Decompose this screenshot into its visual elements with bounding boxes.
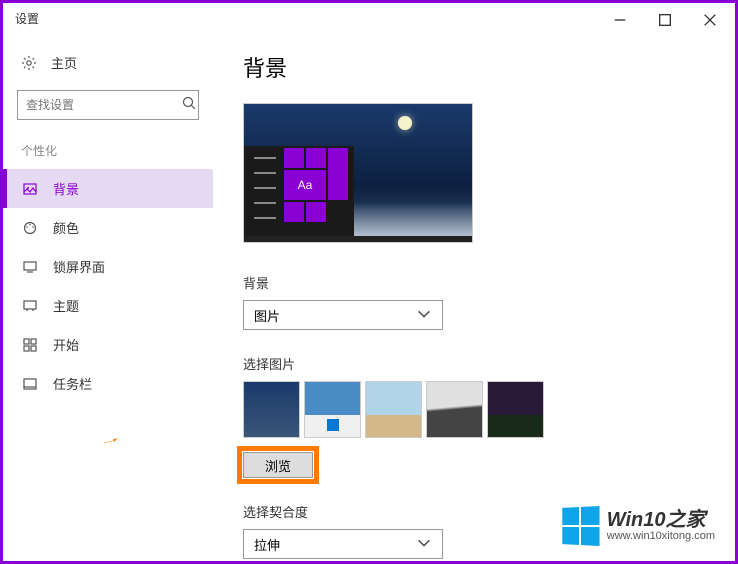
sidebar-item-themes[interactable]: 主题 [3,286,213,325]
choose-picture-label: 选择图片 [243,354,705,373]
browse-button-label: 浏览 [265,456,291,475]
background-dropdown-value: 图片 [254,306,280,325]
sidebar-item-lockscreen[interactable]: 锁屏界面 [3,247,213,286]
picture-thumb-5[interactable] [487,381,544,438]
close-button[interactable] [687,6,732,34]
fit-dropdown[interactable]: 拉伸 [243,529,443,559]
picture-thumb-4[interactable] [426,381,483,438]
home-button[interactable]: 主页 [3,45,213,80]
search-field[interactable] [26,98,181,112]
monitor-icon [21,259,39,275]
window-controls [597,6,732,34]
main-content: 背景 Aa 背景 图片 选 [213,33,735,561]
browse-button[interactable]: 浏览 [243,452,313,478]
sidebar-item-label: 颜色 [53,218,79,237]
sidebar: 主页 个性化 背景 颜色 锁屏界 [3,33,213,561]
sidebar-item-label: 任务栏 [53,374,92,393]
background-dropdown[interactable]: 图片 [243,300,443,330]
sidebar-item-label: 锁屏界面 [53,257,105,276]
windows-logo-icon [562,506,599,546]
taskbar-icon [21,376,39,392]
search-input[interactable] [17,90,199,120]
sidebar-item-label: 主题 [53,296,79,315]
fit-dropdown-value: 拉伸 [254,535,280,554]
picture-thumb-2[interactable] [304,381,361,438]
category-label: 个性化 [3,138,213,169]
watermark-title: Win10之家 [607,510,715,530]
desktop-preview: Aa [243,103,473,243]
page-title: 背景 [243,51,705,83]
sidebar-item-colors[interactable]: 颜色 [3,208,213,247]
preview-tile-text: Aa [284,170,326,200]
picture-icon [21,181,39,197]
palette-icon [21,220,39,236]
window-title: 设置 [15,10,39,27]
home-label: 主页 [51,53,77,72]
watermark-url: www.win10xitong.com [607,530,715,542]
sidebar-item-label: 开始 [53,335,79,354]
picture-thumb-1[interactable] [243,381,300,438]
minimize-button[interactable] [597,6,642,34]
search-icon [181,95,197,116]
background-label: 背景 [243,273,705,292]
brush-icon [21,298,39,314]
picture-thumb-3[interactable] [365,381,422,438]
sidebar-item-taskbar[interactable]: 任务栏 [3,364,213,403]
sidebar-item-start[interactable]: 开始 [3,325,213,364]
maximize-button[interactable] [642,6,687,34]
sidebar-item-label: 背景 [53,179,79,198]
sidebar-item-background[interactable]: 背景 [3,169,213,208]
watermark: Win10之家 www.win10xitong.com [561,507,715,545]
chevron-down-icon [416,306,432,325]
picture-thumbnails [243,381,705,438]
gear-icon [21,55,37,71]
chevron-down-icon [416,535,432,554]
grid-icon [21,337,39,353]
